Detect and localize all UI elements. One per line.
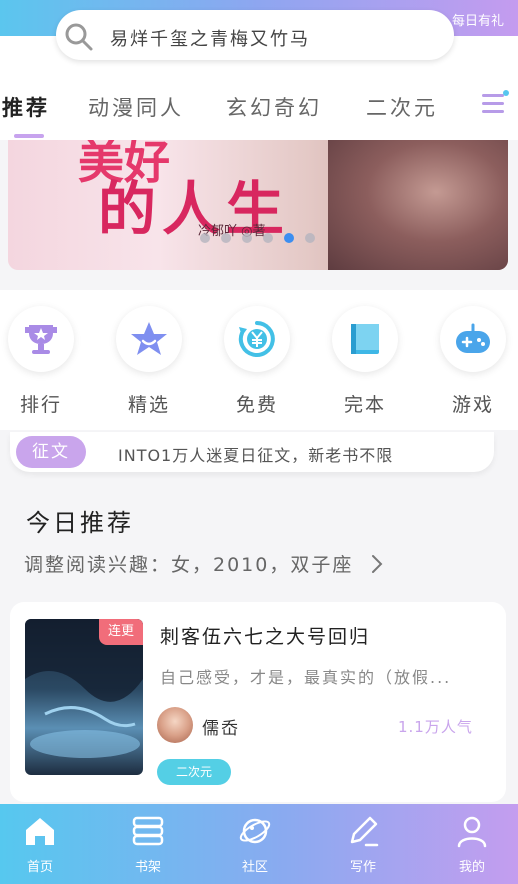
tab-anime-fanfic[interactable]: 动漫同人: [88, 92, 184, 122]
category-label: 免费: [235, 394, 278, 416]
carousel-dot[interactable]: [305, 233, 315, 243]
category-shortcuts: 排行 精选 免费 完本 游戏: [0, 290, 518, 430]
serial-tag: 连更: [99, 619, 143, 645]
category-completed[interactable]: 完本: [330, 300, 400, 420]
category-label: 游戏: [451, 394, 494, 416]
announcement-tag: 征文: [16, 436, 86, 468]
category-games[interactable]: 游戏: [438, 300, 508, 420]
user-icon: [457, 816, 487, 848]
star-icon: [131, 322, 167, 355]
book-description: 自己感受，才是，最真实的（放假...: [160, 668, 452, 687]
category-featured-circle: [116, 306, 182, 372]
nav-home[interactable]: 首页: [8, 804, 72, 884]
search-placeholder[interactable]: 易烊千玺之青梅又竹马: [110, 25, 310, 51]
carousel-dot[interactable]: [221, 233, 231, 243]
banner-carousel[interactable]: 美好 的人生 冷郁吖 ◎著: [8, 140, 508, 270]
category-ranking-circle: [8, 306, 74, 372]
category-games-circle: [440, 306, 506, 372]
search-icon[interactable]: [64, 22, 94, 52]
category-featured[interactable]: 精选: [114, 300, 184, 420]
pen-icon: [350, 816, 379, 847]
section-title: 今日推荐: [26, 509, 134, 537]
nav-profile[interactable]: 我的: [440, 804, 504, 884]
tab-recommend[interactable]: 推荐: [2, 92, 50, 122]
nav-label: 社区: [241, 860, 268, 875]
banner-illustration: [328, 140, 508, 270]
announcement-text[interactable]: INTO1万人迷夏日征文，新老书不限: [118, 442, 393, 466]
book-title[interactable]: 刺客伍六七之大号回归: [160, 622, 370, 649]
carousel-dot[interactable]: [263, 233, 273, 243]
home-icon: [26, 818, 54, 845]
carousel-dot[interactable]: [242, 233, 252, 243]
active-tab-indicator: [14, 134, 44, 138]
daily-gift-button[interactable]: 每日有礼: [452, 10, 504, 29]
nav-label: 写作: [349, 860, 376, 875]
category-label: 完本: [343, 394, 386, 416]
planet-icon: [239, 818, 271, 844]
book-author[interactable]: 儒岙: [202, 714, 240, 739]
chevron-right-icon[interactable]: [370, 553, 384, 575]
trophy-icon: [25, 325, 57, 354]
bottom-nav: 首页 书架 社区 写作 我的: [0, 804, 518, 884]
category-free-circle: [224, 306, 290, 372]
category-free[interactable]: 免费: [222, 300, 292, 420]
nav-label: 首页: [26, 860, 53, 875]
category-label: 排行: [19, 394, 62, 416]
tab-fantasy[interactable]: 玄幻奇幻: [226, 92, 322, 122]
book-popularity: 1.1万人气: [398, 718, 473, 736]
bookshelf-icon: [132, 816, 164, 846]
nav-write[interactable]: 写作: [331, 804, 395, 884]
category-label: 精选: [127, 394, 170, 416]
nav-label: 书架: [134, 860, 161, 875]
yen-refresh-icon: [238, 321, 275, 357]
menu-icon[interactable]: [478, 88, 510, 120]
nav-community[interactable]: 社区: [223, 804, 287, 884]
category-tabs: 推荐 动漫同人 玄幻奇幻 二次元: [0, 86, 518, 136]
category-completed-circle: [332, 306, 398, 372]
category-ranking[interactable]: 排行: [6, 300, 76, 420]
nav-label: 我的: [458, 860, 485, 875]
carousel-dot[interactable]: [200, 233, 210, 243]
gamepad-icon: [456, 323, 490, 353]
carousel-dot-active[interactable]: [284, 233, 294, 243]
reading-interest-link[interactable]: 调整阅读兴趣：女，2010，双子座: [24, 550, 353, 577]
nav-bookshelf[interactable]: 书架: [116, 804, 180, 884]
avatar[interactable]: [157, 707, 193, 743]
tab-acg[interactable]: 二次元: [366, 92, 438, 122]
book-icon: [351, 324, 379, 354]
genre-tag[interactable]: 二次元: [157, 759, 231, 785]
